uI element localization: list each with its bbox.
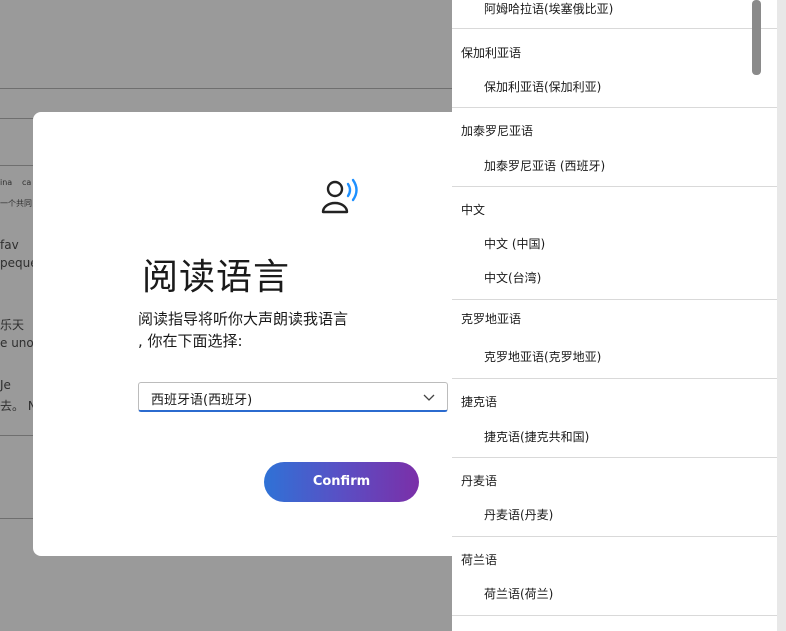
- language-group-header: 荷兰语: [461, 553, 498, 567]
- divider: [452, 107, 777, 108]
- background-text: 一个共同: [0, 199, 32, 208]
- divider: [452, 186, 777, 187]
- dialog-title: 阅读语言: [142, 257, 291, 298]
- divider: [0, 165, 33, 166]
- language-group-header: 丹麦语: [461, 474, 498, 488]
- background-text: ina: [0, 178, 13, 187]
- scrollbar-track[interactable]: [777, 0, 786, 631]
- divider: [452, 28, 777, 29]
- divider: [452, 299, 777, 300]
- background-text: 乐天: [0, 318, 25, 332]
- divider: [452, 536, 777, 537]
- divider: [0, 88, 452, 89]
- reading-language-dialog: 阅读语言 阅读指导将听你大声朗读我语言 , 你在下面选择: 西班牙语(西班牙) …: [33, 112, 473, 556]
- voice-icon: [321, 178, 358, 214]
- language-option[interactable]: 克罗地亚语(克罗地亚): [452, 348, 777, 365]
- background-text: fav: [0, 238, 19, 252]
- language-option[interactable]: 捷克语(捷克共和国): [452, 428, 777, 445]
- language-group-header: 克罗地亚语: [461, 312, 522, 326]
- background-text: peque: [0, 256, 38, 270]
- language-option[interactable]: 加泰罗尼亚语 (西班牙): [452, 157, 777, 174]
- divider: [0, 435, 33, 436]
- scrollbar-thumb[interactable]: [752, 0, 761, 75]
- divider: [452, 457, 777, 458]
- language-option[interactable]: 中文 (中国): [452, 235, 777, 252]
- divider: [0, 118, 33, 119]
- language-select-value: 西班牙语(西班牙): [151, 393, 253, 408]
- language-group-header: 保加利亚语: [461, 46, 522, 60]
- language-option[interactable]: 丹麦语(丹麦): [452, 506, 777, 523]
- language-option[interactable]: 阿姆哈拉语(埃塞俄比亚): [452, 0, 777, 17]
- divider: [452, 615, 777, 616]
- language-option[interactable]: 荷兰语(荷兰): [452, 585, 777, 602]
- language-option[interactable]: 保加利亚语(保加利亚): [452, 78, 777, 95]
- chevron-down-icon: [423, 394, 435, 401]
- language-option[interactable]: 中文(台湾): [452, 269, 777, 286]
- background-text: 去。 N: [0, 399, 37, 413]
- language-group-header: 中文: [461, 203, 486, 217]
- language-select[interactable]: 西班牙语(西班牙): [138, 382, 448, 412]
- background-text: Je: [0, 378, 11, 392]
- language-group-header: 捷克语: [461, 395, 498, 409]
- confirm-button[interactable]: Confirm: [264, 462, 419, 502]
- dialog-description: 阅读指导将听你大声朗读我语言 , 你在下面选择:: [138, 308, 398, 352]
- divider: [452, 378, 777, 379]
- background-text: e uno: [0, 336, 34, 350]
- background-text: ca: [22, 178, 32, 187]
- description-line: 阅读指导将听你大声朗读我语言: [138, 310, 349, 328]
- language-group-header: 加泰罗尼亚语: [461, 124, 534, 138]
- language-dropdown-list[interactable]: 阿姆哈拉语(埃塞俄比亚) 保加利亚语保加利亚语(保加利亚) 加泰罗尼亚语加泰罗尼亚语…: [452, 0, 777, 631]
- description-line: , 你在下面选择:: [138, 332, 243, 350]
